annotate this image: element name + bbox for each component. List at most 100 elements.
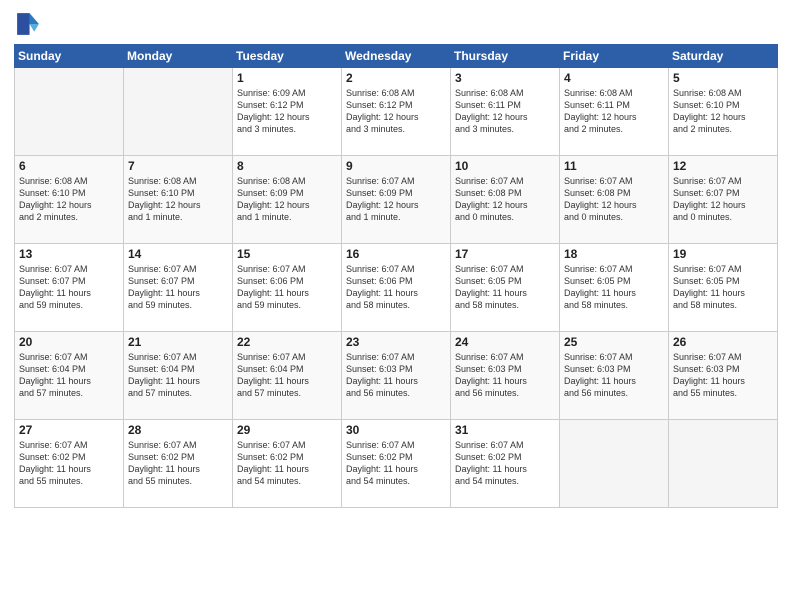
calendar-day-cell: 15 Sunrise: 6:07 AM Sunset: 6:06 PM Dayli… [233, 244, 342, 332]
day-number: 28 [128, 423, 228, 437]
calendar-day-cell: 23 Sunrise: 6:07 AM Sunset: 6:03 PM Dayli… [342, 332, 451, 420]
day-number: 12 [673, 159, 773, 173]
calendar-day-cell: 5Sunrise: 6:08 AM Sunset: 6:10 PM Daylig… [669, 68, 778, 156]
calendar-day-cell: 13 Sunrise: 6:07 AM Sunset: 6:07 PM Dayli… [15, 244, 124, 332]
calendar-day-cell: 29 Sunrise: 6:07 AM Sunset: 6:02 PM Dayli… [233, 420, 342, 508]
day-info: Sunrise: 6:07 AM Sunset: 6:07 PM Dayligh… [673, 175, 773, 224]
calendar-week-row: 13 Sunrise: 6:07 AM Sunset: 6:07 PM Dayli… [15, 244, 778, 332]
day-number: 16 [346, 247, 446, 261]
calendar-day-cell: 2 Sunrise: 6:08 AM Sunset: 6:12 PM Daylig… [342, 68, 451, 156]
calendar-day-cell: 24 Sunrise: 6:07 AM Sunset: 6:03 PM Dayli… [451, 332, 560, 420]
calendar-week-row: 1 Sunrise: 6:09 AM Sunset: 6:12 PM Daylig… [15, 68, 778, 156]
calendar-day-cell: 28Sunrise: 6:07 AM Sunset: 6:02 PM Dayli… [124, 420, 233, 508]
calendar-day-cell: 31Sunrise: 6:07 AM Sunset: 6:02 PM Dayli… [451, 420, 560, 508]
calendar-day-cell: 7Sunrise: 6:08 AM Sunset: 6:10 PM Daylig… [124, 156, 233, 244]
day-info: Sunrise: 6:09 AM Sunset: 6:12 PM Dayligh… [237, 87, 337, 136]
day-number: 20 [19, 335, 119, 349]
calendar-day-cell: 8Sunrise: 6:08 AM Sunset: 6:09 PM Daylig… [233, 156, 342, 244]
logo-icon [14, 10, 42, 38]
day-number: 9 [346, 159, 446, 173]
day-info: Sunrise: 6:07 AM Sunset: 6:06 PM Dayligh… [237, 263, 337, 312]
day-number: 2 [346, 71, 446, 85]
calendar-day-cell [560, 420, 669, 508]
day-info: Sunrise: 6:07 AM Sunset: 6:03 PM Dayligh… [673, 351, 773, 400]
day-info: Sunrise: 6:07 AM Sunset: 6:04 PM Dayligh… [237, 351, 337, 400]
header [14, 10, 778, 38]
day-number: 11 [564, 159, 664, 173]
calendar-day-cell: 26 Sunrise: 6:07 AM Sunset: 6:03 PM Dayli… [669, 332, 778, 420]
day-info: Sunrise: 6:07 AM Sunset: 6:09 PM Dayligh… [346, 175, 446, 224]
calendar-day-cell: 16Sunrise: 6:07 AM Sunset: 6:06 PM Dayli… [342, 244, 451, 332]
weekday-header: Sunday [15, 45, 124, 68]
day-info: Sunrise: 6:08 AM Sunset: 6:10 PM Dayligh… [19, 175, 119, 224]
day-info: Sunrise: 6:07 AM Sunset: 6:03 PM Dayligh… [346, 351, 446, 400]
day-info: Sunrise: 6:07 AM Sunset: 6:04 PM Dayligh… [19, 351, 119, 400]
calendar-day-cell: 3Sunrise: 6:08 AM Sunset: 6:11 PM Daylig… [451, 68, 560, 156]
day-number: 26 [673, 335, 773, 349]
day-number: 24 [455, 335, 555, 349]
calendar-day-cell: 14Sunrise: 6:07 AM Sunset: 6:07 PM Dayli… [124, 244, 233, 332]
day-number: 30 [346, 423, 446, 437]
calendar-day-cell: 10 Sunrise: 6:07 AM Sunset: 6:08 PM Dayli… [451, 156, 560, 244]
calendar-day-cell: 25 Sunrise: 6:07 AM Sunset: 6:03 PM Dayli… [560, 332, 669, 420]
calendar-day-cell: 27 Sunrise: 6:07 AM Sunset: 6:02 PM Dayli… [15, 420, 124, 508]
day-info: Sunrise: 6:07 AM Sunset: 6:03 PM Dayligh… [564, 351, 664, 400]
day-number: 10 [455, 159, 555, 173]
day-number: 25 [564, 335, 664, 349]
calendar-day-cell: 21 Sunrise: 6:07 AM Sunset: 6:04 PM Dayli… [124, 332, 233, 420]
day-number: 8 [237, 159, 337, 173]
day-info: Sunrise: 6:07 AM Sunset: 6:03 PM Dayligh… [455, 351, 555, 400]
day-number: 13 [19, 247, 119, 261]
day-number: 29 [237, 423, 337, 437]
weekday-header: Saturday [669, 45, 778, 68]
calendar-day-cell: 1 Sunrise: 6:09 AM Sunset: 6:12 PM Daylig… [233, 68, 342, 156]
day-number: 6 [19, 159, 119, 173]
calendar-table: SundayMondayTuesdayWednesdayThursdayFrid… [14, 44, 778, 508]
day-info: Sunrise: 6:07 AM Sunset: 6:02 PM Dayligh… [237, 439, 337, 488]
calendar-day-cell: 9 Sunrise: 6:07 AM Sunset: 6:09 PM Daylig… [342, 156, 451, 244]
day-number: 21 [128, 335, 228, 349]
day-info: Sunrise: 6:07 AM Sunset: 6:05 PM Dayligh… [673, 263, 773, 312]
day-info: Sunrise: 6:07 AM Sunset: 6:05 PM Dayligh… [455, 263, 555, 312]
day-number: 1 [237, 71, 337, 85]
day-info: Sunrise: 6:07 AM Sunset: 6:02 PM Dayligh… [346, 439, 446, 488]
day-info: Sunrise: 6:07 AM Sunset: 6:08 PM Dayligh… [455, 175, 555, 224]
calendar-day-cell [124, 68, 233, 156]
calendar-day-cell: 6 Sunrise: 6:08 AM Sunset: 6:10 PM Daylig… [15, 156, 124, 244]
calendar-day-cell: 4Sunrise: 6:08 AM Sunset: 6:11 PM Daylig… [560, 68, 669, 156]
calendar-day-cell [15, 68, 124, 156]
weekday-header: Monday [124, 45, 233, 68]
day-info: Sunrise: 6:07 AM Sunset: 6:02 PM Dayligh… [455, 439, 555, 488]
day-info: Sunrise: 6:07 AM Sunset: 6:04 PM Dayligh… [128, 351, 228, 400]
weekday-header: Tuesday [233, 45, 342, 68]
day-info: Sunrise: 6:07 AM Sunset: 6:07 PM Dayligh… [19, 263, 119, 312]
weekday-header: Wednesday [342, 45, 451, 68]
weekday-header: Thursday [451, 45, 560, 68]
day-info: Sunrise: 6:07 AM Sunset: 6:02 PM Dayligh… [19, 439, 119, 488]
day-number: 5 [673, 71, 773, 85]
logo [14, 10, 46, 38]
day-info: Sunrise: 6:08 AM Sunset: 6:11 PM Dayligh… [455, 87, 555, 136]
page-container: SundayMondayTuesdayWednesdayThursdayFrid… [0, 0, 792, 516]
day-number: 18 [564, 247, 664, 261]
calendar-day-cell: 20 Sunrise: 6:07 AM Sunset: 6:04 PM Dayli… [15, 332, 124, 420]
calendar-week-row: 27 Sunrise: 6:07 AM Sunset: 6:02 PM Dayli… [15, 420, 778, 508]
calendar-day-cell: 22 Sunrise: 6:07 AM Sunset: 6:04 PM Dayli… [233, 332, 342, 420]
day-number: 19 [673, 247, 773, 261]
day-info: Sunrise: 6:07 AM Sunset: 6:05 PM Dayligh… [564, 263, 664, 312]
calendar-day-cell: 17Sunrise: 6:07 AM Sunset: 6:05 PM Dayli… [451, 244, 560, 332]
day-info: Sunrise: 6:08 AM Sunset: 6:10 PM Dayligh… [128, 175, 228, 224]
calendar-day-cell: 19 Sunrise: 6:07 AM Sunset: 6:05 PM Dayli… [669, 244, 778, 332]
calendar-day-cell [669, 420, 778, 508]
calendar-header-row: SundayMondayTuesdayWednesdayThursdayFrid… [15, 45, 778, 68]
day-number: 15 [237, 247, 337, 261]
day-number: 27 [19, 423, 119, 437]
day-number: 22 [237, 335, 337, 349]
weekday-header: Friday [560, 45, 669, 68]
day-info: Sunrise: 6:08 AM Sunset: 6:12 PM Dayligh… [346, 87, 446, 136]
calendar-week-row: 20 Sunrise: 6:07 AM Sunset: 6:04 PM Dayli… [15, 332, 778, 420]
day-number: 4 [564, 71, 664, 85]
day-number: 23 [346, 335, 446, 349]
day-info: Sunrise: 6:07 AM Sunset: 6:07 PM Dayligh… [128, 263, 228, 312]
calendar-day-cell: 18 Sunrise: 6:07 AM Sunset: 6:05 PM Dayli… [560, 244, 669, 332]
